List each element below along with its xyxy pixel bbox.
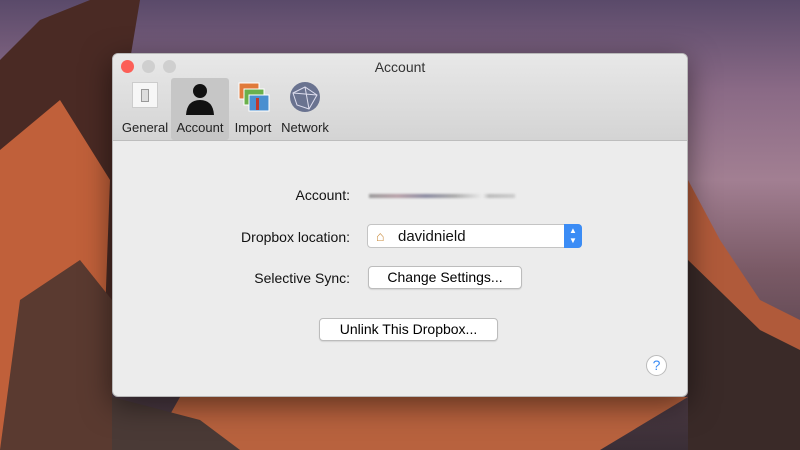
tab-network[interactable]: Network <box>277 78 333 140</box>
unlink-dropbox-button[interactable]: Unlink This Dropbox... <box>319 318 498 341</box>
globe-icon <box>290 82 320 112</box>
preferences-window: Account General Account Import Network A… <box>112 53 688 397</box>
location-label: Dropbox location: <box>241 229 350 245</box>
selective-sync-label: Selective Sync: <box>254 270 350 286</box>
home-icon: ⌂ <box>376 228 385 244</box>
tab-general[interactable]: General <box>119 78 171 140</box>
tab-account[interactable]: Account <box>171 78 229 140</box>
change-settings-button[interactable]: Change Settings... <box>368 266 522 289</box>
title-bar: Account General Account Import Network <box>113 54 687 141</box>
tab-import[interactable]: Import <box>229 78 277 140</box>
photos-icon <box>238 82 270 112</box>
chevron-updown-icon: ▲ ▼ <box>564 224 582 248</box>
switch-icon <box>132 82 158 108</box>
person-icon <box>186 84 214 115</box>
window-title: Account <box>374 59 426 75</box>
dropbox-location-select[interactable]: ⌂ davidnield ▲ ▼ <box>367 224 582 248</box>
account-email-blurred <box>369 194 515 198</box>
help-button[interactable]: ? <box>646 355 667 376</box>
account-label: Account: <box>295 187 350 203</box>
location-value: davidnield <box>398 228 466 245</box>
